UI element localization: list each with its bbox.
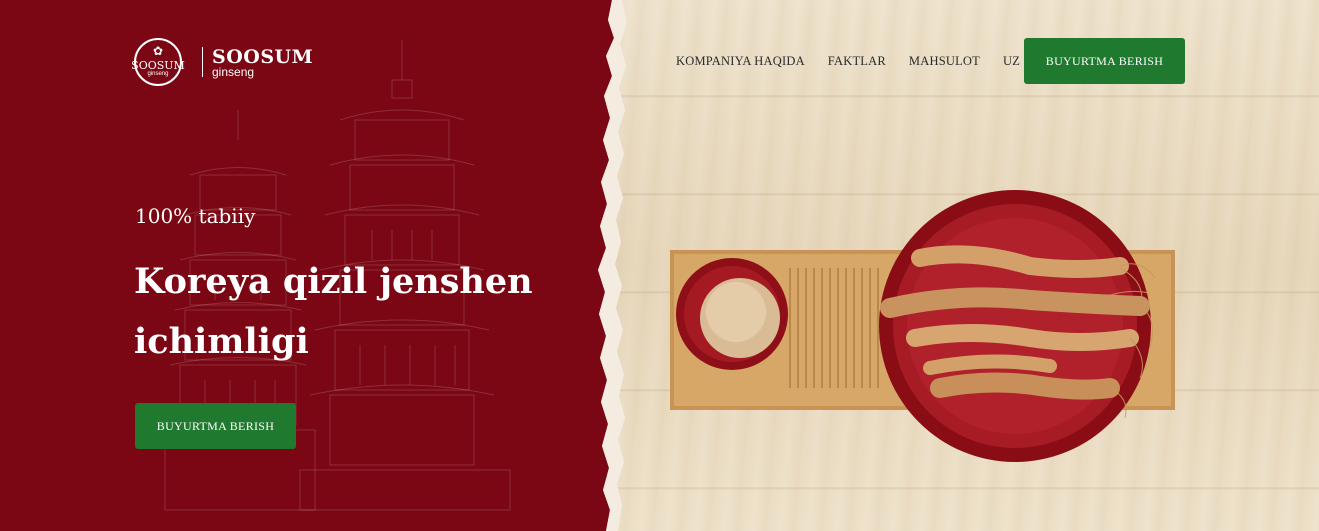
ginseng-roots-and-powder — [670, 190, 1175, 462]
hero-section: ✿ SOOSUM ginseng SOOSUM ginseng KOMPANIY… — [0, 0, 1319, 531]
logo-badge-text: SOOSUM — [131, 59, 185, 72]
logo-brand: SOOSUM — [212, 45, 314, 68]
ginseng-icon: ✿ — [152, 44, 164, 58]
nav-item-faktlar[interactable]: FAKTLAR — [828, 54, 886, 69]
hero-order-button[interactable]: BUYURTMA BERISH — [135, 403, 296, 449]
logo-badge-sub: ginseng — [147, 71, 169, 77]
logo-badge: ✿ SOOSUM ginseng — [131, 38, 185, 86]
logo-divider — [202, 47, 203, 77]
nav-item-mahsulot[interactable]: MAHSULOT — [909, 54, 980, 69]
hero-title: Koreya qizil jenshen ichimligi — [134, 261, 533, 362]
logo-wordmark: SOOSUM ginseng — [212, 47, 313, 78]
logo-tag: ginseng — [212, 64, 255, 79]
main-nav: KOMPANIYA HAQIDA FAKTLAR MAHSULOT UZ — [676, 54, 1043, 69]
nav-item-kompaniya[interactable]: KOMPANIYA HAQIDA — [676, 54, 805, 69]
header-order-button[interactable]: BUYURTMA BERISH — [1024, 38, 1185, 84]
logo[interactable]: ✿ SOOSUM ginseng SOOSUM ginseng — [131, 38, 313, 86]
hero-subtitle: 100% tabiiy — [135, 204, 256, 228]
language-switcher[interactable]: UZ — [1003, 54, 1020, 69]
